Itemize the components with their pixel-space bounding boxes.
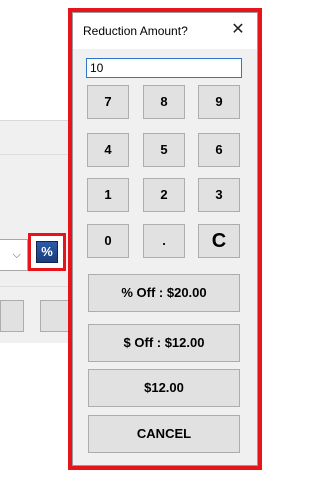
key-clear[interactable]: C [198, 224, 240, 258]
close-button[interactable]: ✕ [227, 19, 249, 41]
key-4[interactable]: 4 [87, 133, 129, 167]
key-8[interactable]: 8 [143, 85, 185, 119]
cancel-button[interactable]: CANCEL [88, 415, 240, 453]
percent-icon: % [41, 244, 53, 259]
percent-discount-button[interactable]: % [36, 241, 58, 263]
percent-off-button[interactable]: % Off : $20.00 [88, 274, 240, 312]
key-2[interactable]: 2 [143, 178, 185, 212]
amount-button[interactable]: $12.00 [88, 369, 240, 407]
key-1[interactable]: 1 [87, 178, 129, 212]
key-5[interactable]: 5 [143, 133, 185, 167]
background-button[interactable] [0, 300, 24, 332]
key-3[interactable]: 3 [198, 178, 240, 212]
background-dropdown[interactable]: ⌵ [0, 239, 28, 271]
percent-button-highlight: % [28, 233, 66, 271]
key-decimal[interactable]: . [143, 224, 185, 258]
background-divider [0, 286, 72, 287]
key-0[interactable]: 0 [87, 224, 129, 258]
amount-input[interactable] [86, 58, 242, 78]
background-divider [0, 154, 72, 155]
dialog-title: Reduction Amount? [83, 24, 188, 38]
close-icon: ✕ [231, 21, 245, 38]
key-6[interactable]: 6 [198, 133, 240, 167]
key-7[interactable]: 7 [87, 85, 129, 119]
screen: ⌵ % Reduction Amount? ✕ 7 8 9 4 5 6 1 2 … [0, 0, 288, 486]
dollar-off-button[interactable]: $ Off : $12.00 [88, 324, 240, 362]
dialog-titlebar: Reduction Amount? ✕ [73, 13, 257, 49]
key-9[interactable]: 9 [198, 85, 240, 119]
chevron-down-icon: ⌵ [12, 249, 21, 261]
reduction-amount-dialog: Reduction Amount? ✕ 7 8 9 4 5 6 1 2 3 0 … [72, 12, 258, 466]
